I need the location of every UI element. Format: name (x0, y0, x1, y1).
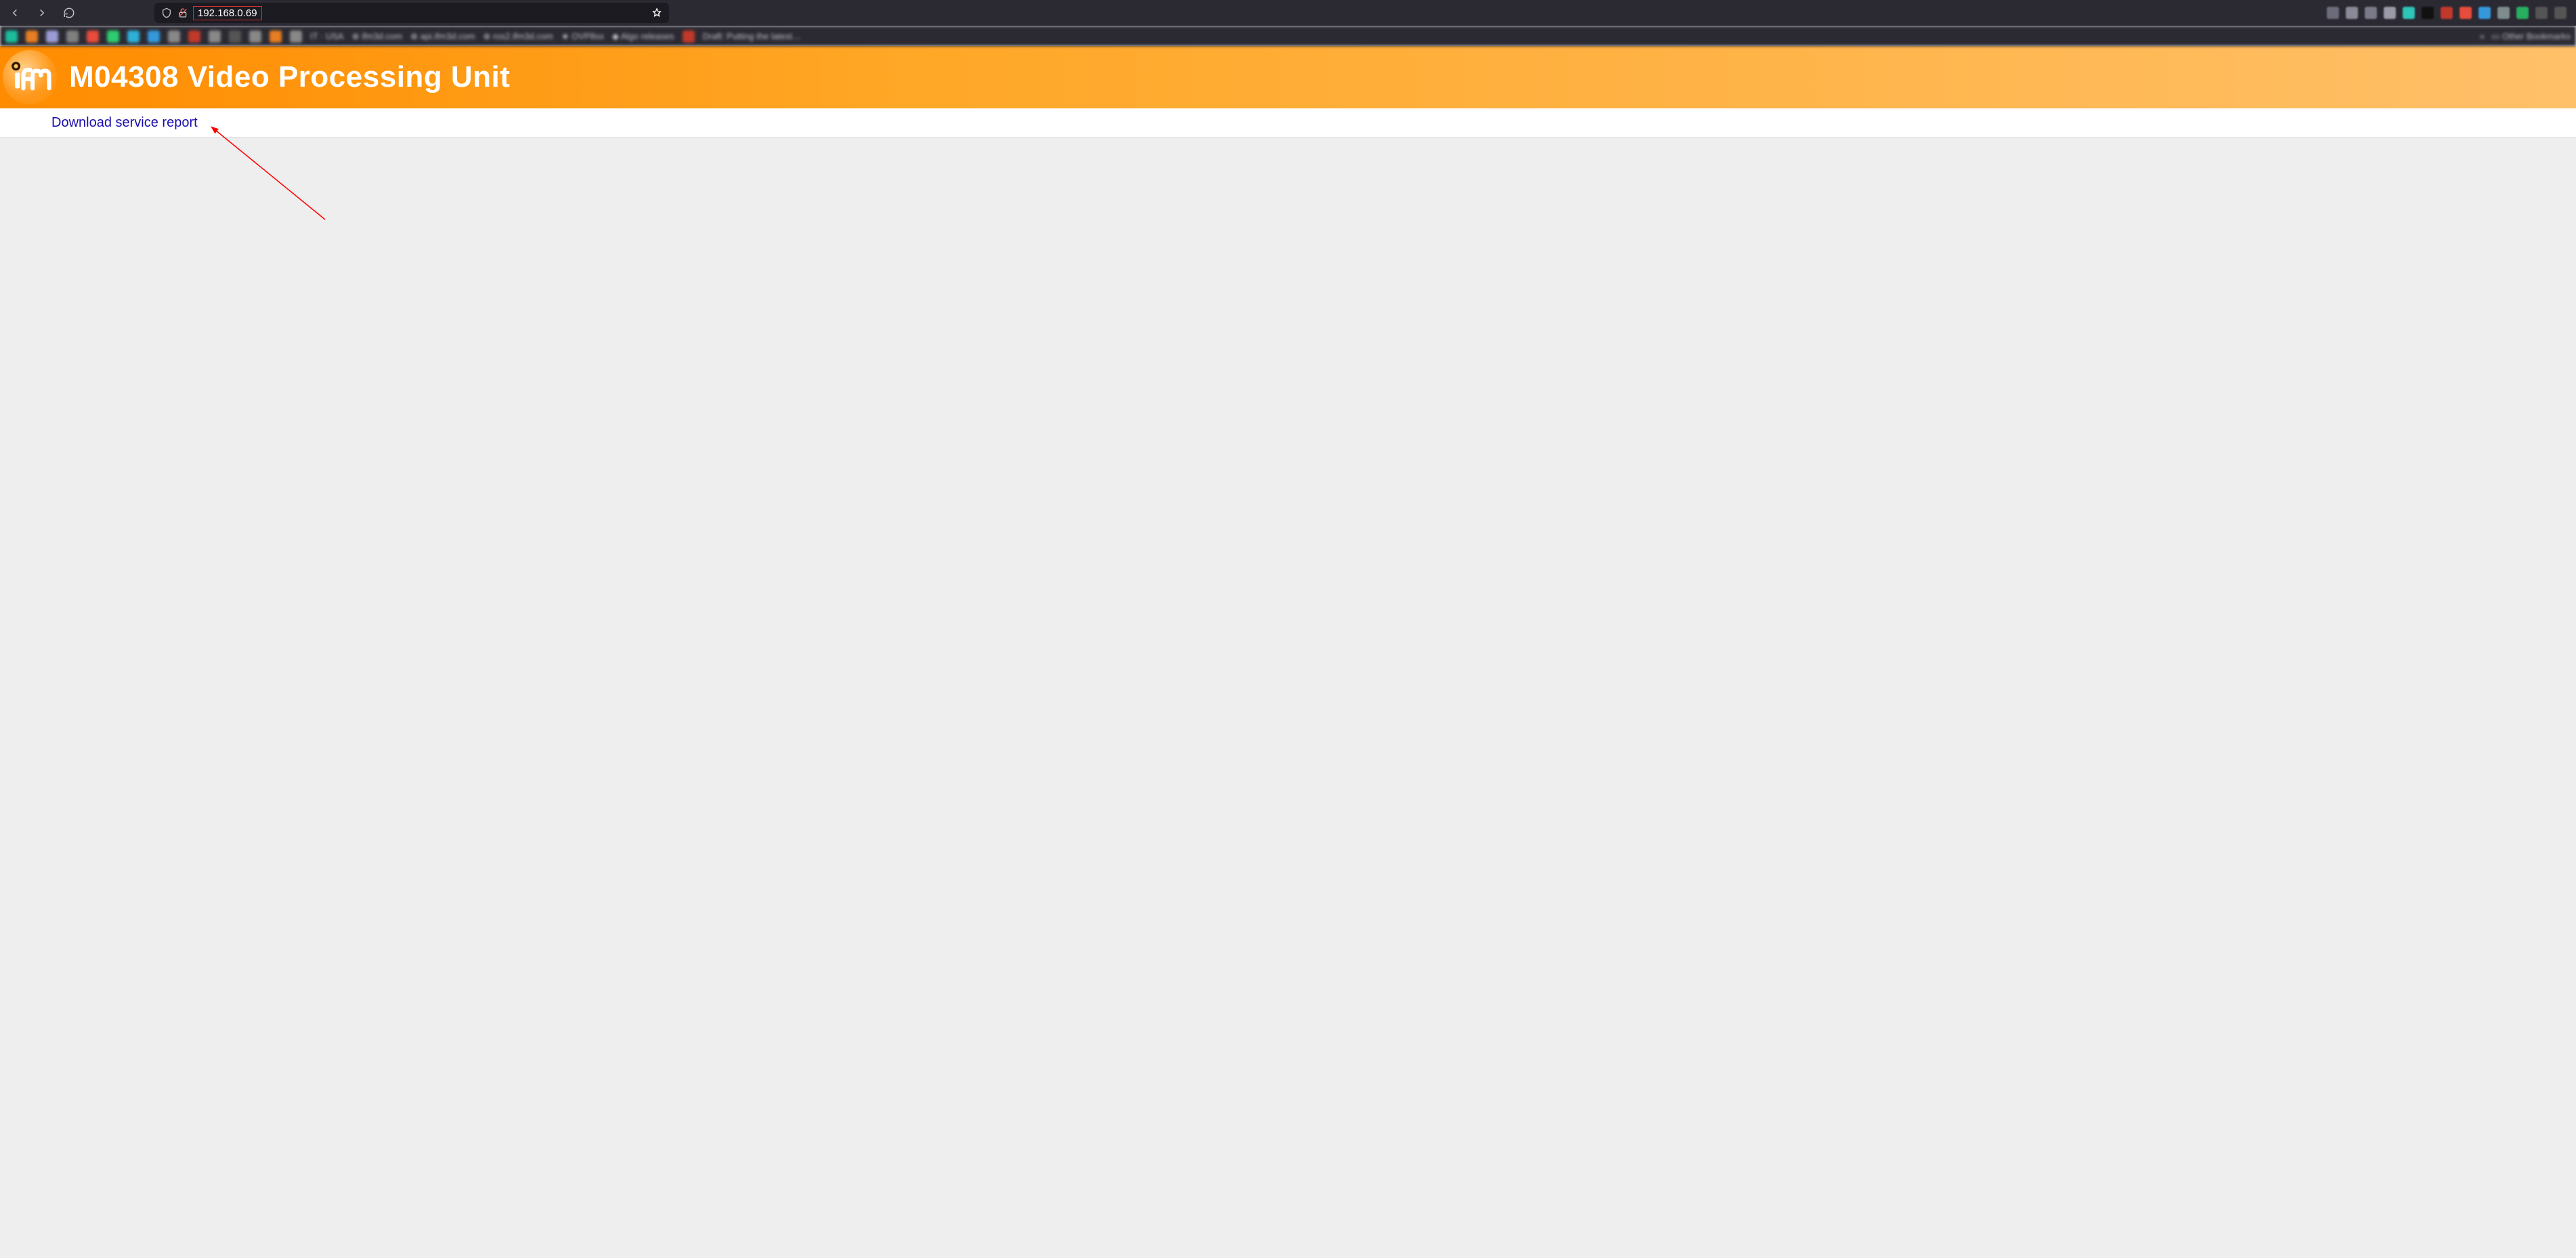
forward-button[interactable] (33, 3, 51, 22)
bookmarks-bar: IT · USA ⊕ ifm3d.com ⊕ api.ifm3d.com ⊕ r… (0, 26, 2576, 46)
back-button[interactable] (5, 3, 24, 22)
ifm-logo-icon (3, 50, 57, 104)
bookmark-item[interactable] (168, 30, 180, 43)
bookmark-item[interactable] (209, 30, 221, 43)
arrow-left-icon (9, 7, 21, 19)
bookmark-item[interactable] (107, 30, 119, 43)
bookmark-item[interactable] (270, 30, 282, 43)
page-header: M04308 Video Processing Unit (0, 46, 2576, 108)
browser-toolbar: 192.168.0.69 (0, 0, 2576, 26)
extension-icons (2327, 7, 2571, 19)
extension-icon[interactable] (2497, 7, 2510, 19)
bookmark-item[interactable] (249, 30, 261, 43)
bookmark-item[interactable] (46, 30, 58, 43)
url-text[interactable]: 192.168.0.69 (194, 7, 261, 20)
bookmark-star-icon[interactable] (651, 7, 662, 18)
chevron-right-icon[interactable]: » (2480, 31, 2485, 41)
bookmark-item[interactable] (188, 30, 200, 43)
extension-icon[interactable] (2478, 7, 2491, 19)
bookmark-item[interactable] (127, 30, 139, 43)
bookmark-item[interactable]: Draft: Putting the latest… (703, 31, 801, 41)
download-service-report-link[interactable]: Download service report (51, 115, 198, 130)
extension-icon[interactable] (2327, 7, 2339, 19)
extension-icon[interactable] (2460, 7, 2472, 19)
extension-icon[interactable] (2403, 7, 2415, 19)
content-area (0, 138, 2576, 1258)
bookmark-item[interactable] (5, 30, 18, 43)
bookmark-item[interactable] (87, 30, 99, 43)
extension-icon[interactable] (2441, 7, 2453, 19)
extension-icon[interactable] (2346, 7, 2358, 19)
reload-icon (63, 7, 75, 19)
bookmark-item[interactable]: ⊕ ros2.ifm3d.com (484, 31, 553, 42)
bookmark-item[interactable] (26, 30, 38, 43)
bookmark-item[interactable]: ⊕ ifm3d.com (352, 31, 402, 42)
extension-icon[interactable] (2516, 7, 2529, 19)
bookmark-item[interactable] (229, 30, 241, 43)
extension-icon[interactable] (2384, 7, 2396, 19)
bookmark-item[interactable]: IT · USA (310, 31, 344, 41)
bookmark-item[interactable] (290, 30, 302, 43)
page-title: M04308 Video Processing Unit (69, 60, 510, 94)
other-bookmarks[interactable]: ▭ Other Bookmarks (2491, 31, 2571, 42)
bookmark-item[interactable] (66, 30, 79, 43)
bookmark-item[interactable]: ★ OVP8xx (561, 31, 604, 42)
extension-icon[interactable] (2535, 7, 2548, 19)
bookmark-item[interactable] (148, 30, 160, 43)
address-bar[interactable]: 192.168.0.69 (154, 3, 669, 23)
shield-icon (161, 7, 172, 18)
extension-icon[interactable] (2422, 7, 2434, 19)
arrow-right-icon (36, 7, 48, 19)
bookmark-item[interactable] (683, 30, 695, 43)
reload-button[interactable] (60, 3, 79, 22)
bookmark-item[interactable]: ⊕ api.ifm3d.com (410, 31, 475, 42)
extension-icon[interactable] (2554, 7, 2567, 19)
annotation-arrow-icon (203, 125, 339, 233)
lock-open-icon (177, 7, 188, 18)
bookmark-item[interactable]: ◆ Algo releases (612, 31, 674, 42)
sub-bar: Download service report (0, 108, 2576, 138)
extension-icon[interactable] (2365, 7, 2377, 19)
